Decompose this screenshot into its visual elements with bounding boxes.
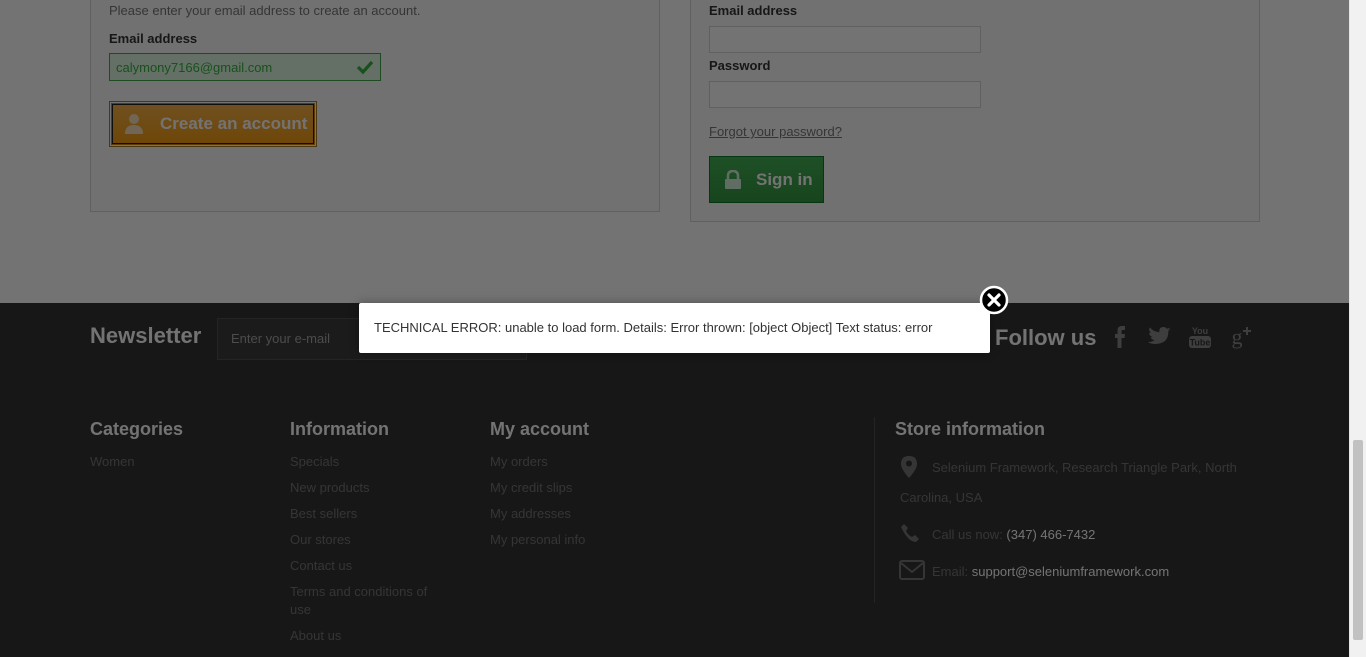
scrollbar-thumb[interactable] — [1353, 440, 1363, 640]
error-modal: TECHNICAL ERROR: unable to load form. De… — [359, 285, 1009, 353]
page-scrollbar[interactable] — [1349, 0, 1366, 657]
error-message: TECHNICAL ERROR: unable to load form. De… — [374, 320, 933, 335]
close-icon[interactable] — [979, 285, 1009, 315]
